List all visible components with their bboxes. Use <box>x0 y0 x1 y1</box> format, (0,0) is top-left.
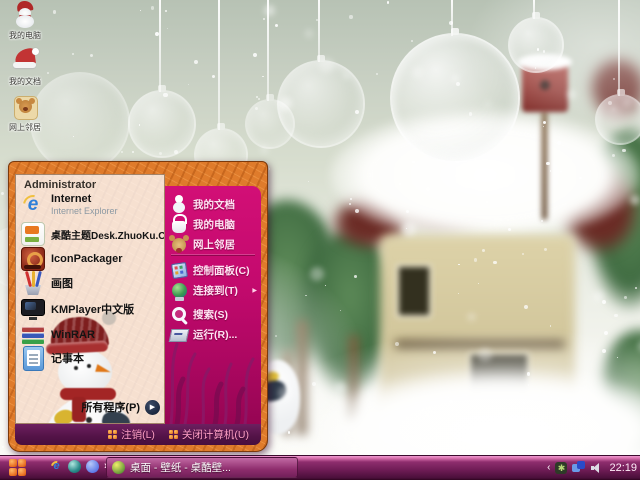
glass-ornament <box>277 55 365 148</box>
start-menu-item-my-computer[interactable]: 我的电脑 <box>169 213 257 234</box>
log-off-button[interactable]: 注销(L) <box>108 427 155 442</box>
internet-explorer-icon: e <box>22 194 44 216</box>
tray-collapse-chevron[interactable]: ‹ <box>547 462 550 474</box>
winrar-icon <box>22 325 44 345</box>
glass-ornament <box>128 85 196 158</box>
taskbar: e » 桌面 - 壁纸 - 桌酷壁... ‹ 22:19 <box>0 455 640 480</box>
log-off-icon <box>108 430 118 439</box>
tray-network-icon[interactable] <box>572 461 586 474</box>
start-menu-item-search[interactable]: 搜索(S) <box>169 304 257 324</box>
item-label: KMPlayer中文版 <box>51 304 135 316</box>
start-menu-item-network-places[interactable]: 网上邻居 <box>169 234 257 254</box>
tray-volume-icon[interactable] <box>590 462 602 474</box>
start-menu-right-panel: 我的文档 我的电脑 网上邻居 控制面板(C) 连接到(T) ▶ 搜索(S) 运行… <box>165 186 261 424</box>
connect-to-icon <box>171 282 187 301</box>
turn-off-computer-button[interactable]: 关闭计算机(U) <box>168 427 249 442</box>
start-menu-item-paint[interactable]: 画图 <box>20 270 162 296</box>
paint-icon <box>21 270 45 295</box>
kmplayer-icon <box>21 298 45 320</box>
glass-ornament <box>508 12 564 73</box>
santa-hat-icon <box>12 47 39 74</box>
item-sublabel: Internet Explorer <box>51 206 118 217</box>
quick-launch: e » <box>50 460 110 473</box>
taskbar-task-button[interactable]: 桌面 - 壁纸 - 桌酷壁... <box>106 457 298 478</box>
tray-antivirus-icon[interactable] <box>555 461 568 474</box>
turn-off-icon <box>168 430 178 439</box>
desktop-screen: 我的电脑 我的文档 网上邻居 Administrator e Internet … <box>0 0 640 480</box>
start-menu: Administrator e Internet Internet Explor… <box>8 161 268 452</box>
item-label: Internet <box>51 193 92 205</box>
desktop-icon-label: 我的文档 <box>9 77 41 86</box>
ornament-string <box>218 0 220 130</box>
network-places-icon <box>169 235 186 253</box>
submenu-arrow-icon: ▶ <box>252 287 257 294</box>
quick-launch-media-icon[interactable] <box>86 460 99 473</box>
desktop-icon-label: 网上邻居 <box>9 123 41 132</box>
system-tray: ‹ 22:19 <box>547 458 637 477</box>
iconpackager-icon <box>21 247 45 271</box>
item-label: WinRAR <box>51 329 95 341</box>
start-menu-item-internet[interactable]: e Internet Internet Explorer <box>20 189 162 221</box>
item-label: IconPackager <box>51 253 123 265</box>
desktop-icon-network-places[interactable]: 网上邻居 <box>2 94 48 133</box>
all-programs-arrow-icon: ▶ <box>145 399 160 415</box>
desktop-icon-label: 我的电脑 <box>9 31 41 40</box>
start-menu-item-kmplayer[interactable]: KMPlayer中文版 <box>20 296 162 322</box>
my-computer-icon <box>172 213 187 233</box>
desktop-icon-my-computer[interactable]: 我的电脑 <box>2 0 48 41</box>
control-panel-icon <box>170 261 188 279</box>
start-menu-left-panel: Administrator e Internet Internet Explor… <box>15 174 165 424</box>
ornament-string <box>318 0 320 62</box>
quick-launch-ie-icon[interactable]: e <box>50 460 63 473</box>
all-programs-button[interactable]: 所有程序(P) ▶ <box>81 399 160 415</box>
haze <box>250 330 640 457</box>
ornament-string <box>267 0 269 101</box>
all-programs-label: 所有程序(P) <box>81 402 140 414</box>
start-menu-item-notepad[interactable]: 记事本 <box>20 345 162 371</box>
start-menu-item-control-panel[interactable]: 控制面板(C) <box>169 260 257 280</box>
desktop-icon-my-documents[interactable]: 我的文档 <box>2 47 48 87</box>
start-menu-item-run[interactable]: 运行(R)... <box>168 324 257 344</box>
taskbar-clock: 22:19 <box>609 461 637 474</box>
start-button[interactable] <box>9 459 26 476</box>
reindeer-icon <box>12 94 38 120</box>
ornament-string <box>159 0 161 92</box>
quick-launch-desktop-icon[interactable] <box>68 460 81 473</box>
glass-ornament <box>390 28 520 163</box>
glass-ornament <box>595 89 640 145</box>
start-menu-item-my-documents[interactable]: 我的文档 <box>169 194 257 214</box>
start-menu-item-connect-to[interactable]: 连接到(T) ▶ <box>169 280 257 301</box>
snowman-icon <box>12 0 38 28</box>
run-icon <box>168 329 190 342</box>
start-menu-item-iconpackager[interactable]: IconPackager <box>20 246 162 272</box>
notepad-icon <box>22 345 44 371</box>
task-window-icon <box>112 461 125 474</box>
search-icon <box>171 306 188 323</box>
item-label: 画图 <box>51 278 73 290</box>
my-documents-icon <box>171 195 187 213</box>
zhuoku-icon <box>21 222 45 246</box>
ornament-string <box>618 0 620 96</box>
menu-separator <box>171 254 255 255</box>
start-menu-bottom-bar: 注销(L) 关闭计算机(U) <box>15 424 261 445</box>
start-menu-item-zhuoku[interactable]: 桌酷主题Desk.ZhuoKu.Com <box>20 221 165 247</box>
item-label: 桌酷主题Desk.ZhuoKu.Com <box>51 230 165 242</box>
item-label: 记事本 <box>51 353 84 365</box>
